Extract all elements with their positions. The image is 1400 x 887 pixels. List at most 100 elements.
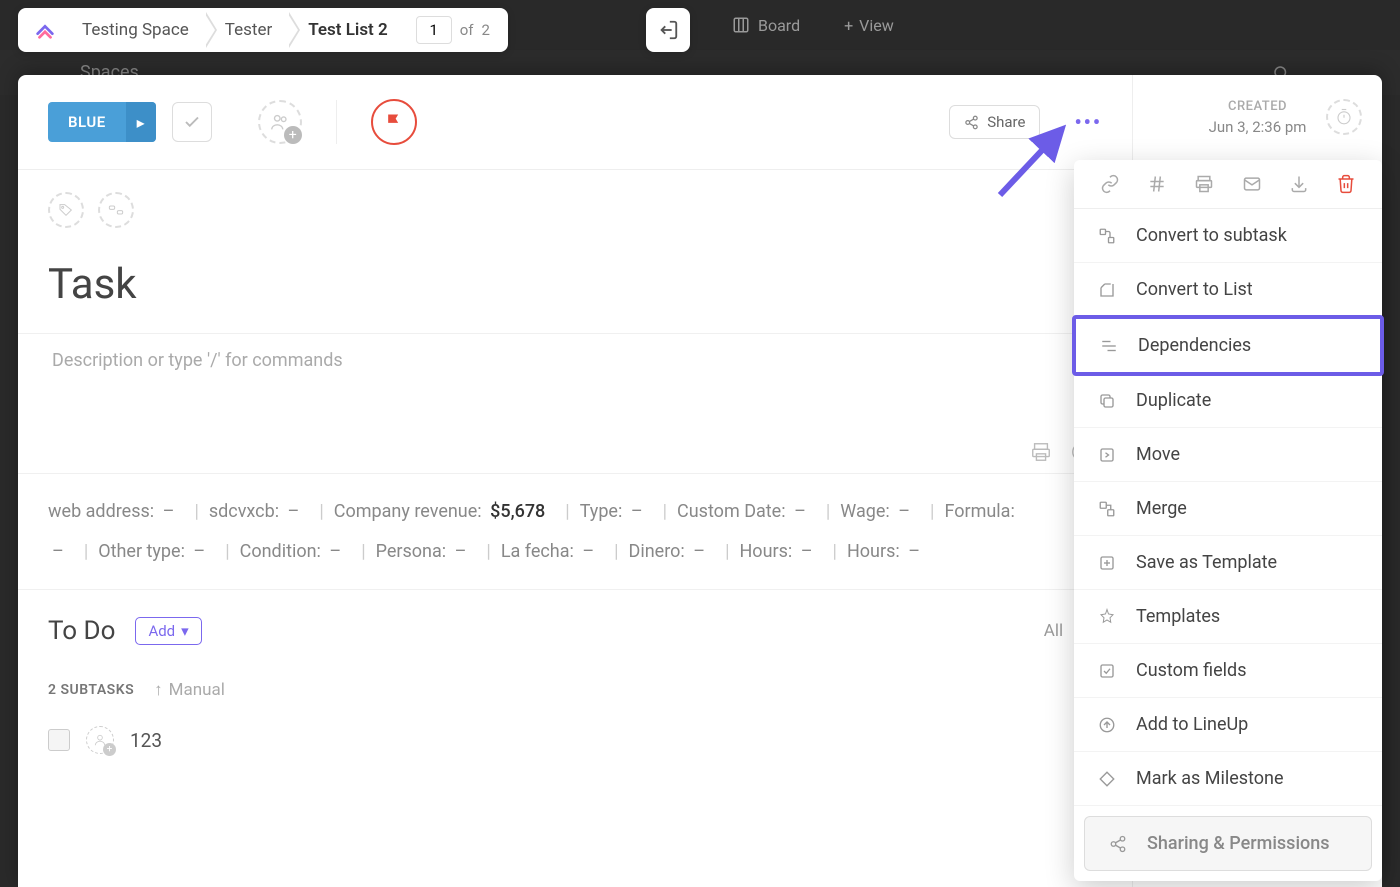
- download-icon[interactable]: [1289, 174, 1309, 194]
- todo-title: To Do: [48, 616, 115, 646]
- complete-button[interactable]: [172, 102, 212, 142]
- subtask-sort[interactable]: ↑ Manual: [154, 680, 225, 700]
- lineup-icon: [1096, 716, 1118, 734]
- menu-move[interactable]: Move: [1074, 428, 1382, 482]
- custom-fields-icon: [1096, 662, 1118, 680]
- custom-field[interactable]: Other type: –: [98, 541, 209, 562]
- board-label: Board: [758, 16, 800, 35]
- custom-field[interactable]: Company revenue: $5,678: [334, 501, 550, 522]
- exit-task-button[interactable]: [646, 8, 690, 52]
- custom-field[interactable]: Persona: –: [376, 541, 471, 562]
- share-icon: [1107, 835, 1129, 853]
- tags-row: [18, 170, 1132, 250]
- chevron-down-icon: ▾: [181, 622, 189, 640]
- breadcrumb-list[interactable]: Test List 2: [290, 8, 406, 52]
- print-icon[interactable]: [1194, 174, 1214, 194]
- flag-icon: [384, 112, 404, 132]
- custom-field[interactable]: Condition: –: [240, 541, 346, 562]
- menu-save-template[interactable]: Save as Template: [1074, 536, 1382, 590]
- tab-all[interactable]: All: [1044, 621, 1063, 641]
- task-more-dropdown: Convert to subtask Convert to List Depende…: [1074, 160, 1382, 881]
- board-icon: [732, 16, 750, 34]
- subtask-checkbox[interactable]: [48, 729, 70, 751]
- custom-field[interactable]: Hours: –: [739, 541, 816, 562]
- menu-label: Merge: [1136, 498, 1187, 519]
- task-title[interactable]: Task: [18, 250, 1132, 333]
- clickup-logo-icon[interactable]: [32, 17, 58, 43]
- subtask-assignee-button[interactable]: [86, 726, 114, 754]
- menu-label: Templates: [1136, 606, 1220, 627]
- print-icon[interactable]: [1030, 441, 1052, 463]
- menu-templates[interactable]: Templates: [1074, 590, 1382, 644]
- subtask-name[interactable]: 123: [130, 729, 162, 752]
- menu-lineup[interactable]: Add to LineUp: [1074, 698, 1382, 752]
- more-menu-button[interactable]: •••: [1074, 110, 1102, 134]
- clock-icon: [1335, 108, 1353, 126]
- add-tag-button[interactable]: [48, 192, 84, 228]
- relation-icon: [108, 203, 124, 217]
- copy-icon: [1096, 392, 1118, 410]
- status-label: BLUE: [48, 113, 126, 131]
- menu-list[interactable]: Convert to List: [1074, 263, 1382, 317]
- custom-field[interactable]: web address: –: [48, 501, 178, 522]
- custom-field[interactable]: Type: –: [580, 501, 647, 522]
- task-main: BLUE ▸ Share •••: [18, 75, 1132, 887]
- custom-field[interactable]: Custom Date: –: [677, 501, 810, 522]
- breadcrumb-folder[interactable]: Tester: [207, 8, 290, 52]
- add-relation-button[interactable]: [98, 192, 134, 228]
- trash-icon[interactable]: [1336, 174, 1356, 194]
- add-view-button[interactable]: + View: [832, 10, 906, 41]
- menu-label: Sharing & Permissions: [1147, 833, 1330, 854]
- subtask-icon: [1096, 227, 1118, 245]
- menu-label: Convert to subtask: [1136, 225, 1287, 246]
- status-button[interactable]: BLUE ▸: [48, 102, 156, 142]
- description-area[interactable]: Description or type '/' for commands: [18, 333, 1132, 473]
- custom-field[interactable]: Dinero: –: [629, 541, 710, 562]
- save-template-icon: [1096, 554, 1118, 572]
- subtasks-count: 2 SUBTASKS: [48, 682, 134, 698]
- menu-label: Move: [1136, 444, 1180, 465]
- breadcrumb-pager: of 2: [416, 16, 490, 44]
- check-icon: [183, 113, 201, 131]
- person-icon: [93, 733, 107, 747]
- tag-icon: [58, 202, 74, 218]
- hash-icon[interactable]: [1147, 174, 1167, 194]
- share-icon: [964, 115, 979, 130]
- breadcrumb-space[interactable]: Testing Space: [64, 8, 207, 52]
- share-label: Share: [987, 113, 1025, 131]
- priority-flag-button[interactable]: [371, 99, 417, 145]
- task-header: BLUE ▸ Share •••: [18, 75, 1132, 170]
- exit-icon: [657, 19, 679, 41]
- time-tracking-button[interactable]: [1326, 99, 1362, 135]
- menu-milestone[interactable]: Mark as Milestone: [1074, 752, 1382, 806]
- menu-deps[interactable]: Dependencies: [1072, 315, 1384, 376]
- menu-label: Convert to List: [1136, 279, 1253, 300]
- add-subtask-button[interactable]: Add▾: [135, 617, 201, 645]
- templates-icon: [1096, 608, 1118, 626]
- custom-field[interactable]: sdcvxcb: –: [209, 501, 304, 522]
- move-icon: [1096, 446, 1118, 464]
- menu-subtask[interactable]: Convert to subtask: [1074, 209, 1382, 263]
- menu-custom-fields[interactable]: Custom fields: [1074, 644, 1382, 698]
- merge-icon: [1096, 500, 1118, 518]
- divider: [336, 100, 337, 144]
- menu-merge[interactable]: Merge: [1074, 482, 1382, 536]
- custom-field[interactable]: La fecha: –: [501, 541, 598, 562]
- description-placeholder: Description or type '/' for commands: [52, 350, 343, 371]
- board-view-button[interactable]: Board: [720, 10, 812, 41]
- breadcrumb: Testing Space Tester Test List 2 of 2: [18, 8, 508, 52]
- menu-copy[interactable]: Duplicate: [1074, 374, 1382, 428]
- menu-label: Duplicate: [1136, 390, 1211, 411]
- link-icon[interactable]: [1100, 174, 1120, 194]
- subtask-row[interactable]: 123: [48, 726, 1102, 754]
- custom-field[interactable]: Wage: –: [840, 501, 914, 522]
- mail-icon[interactable]: [1242, 174, 1262, 194]
- status-caret-icon[interactable]: ▸: [126, 102, 156, 142]
- page-input[interactable]: [416, 16, 452, 44]
- menu-label: Add to LineUp: [1136, 714, 1248, 735]
- custom-field[interactable]: Hours: –: [847, 541, 924, 562]
- share-button[interactable]: Share: [949, 105, 1040, 139]
- add-assignee-button[interactable]: [258, 100, 302, 144]
- view-label: View: [859, 16, 894, 35]
- menu-sharing-permissions[interactable]: Sharing & Permissions: [1084, 816, 1372, 871]
